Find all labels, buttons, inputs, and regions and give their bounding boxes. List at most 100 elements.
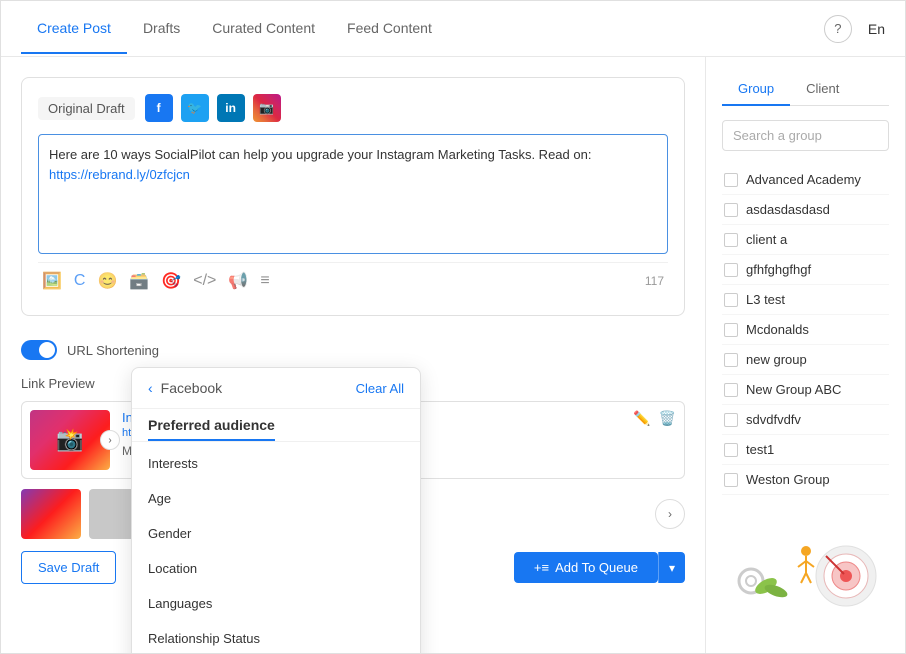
preview-actions: ✏️ 🗑️	[633, 410, 676, 427]
group-checkbox-gfhfghgfhgf[interactable]	[724, 263, 738, 277]
dropdown-items: Interests Age Gender Location Languages …	[132, 442, 420, 653]
group-checkbox-client-a[interactable]	[724, 233, 738, 247]
editor-toolbar: 🖼️ C 😊 🗃️ 🎯 </> 📢 ≡ 117	[38, 262, 668, 299]
tab-group[interactable]: Group	[722, 73, 790, 106]
group-name-test1: test1	[746, 442, 774, 457]
help-button[interactable]: ?	[824, 15, 852, 43]
image-icon[interactable]: 🗃️	[129, 271, 149, 291]
top-nav: Create Post Drafts Curated Content Feed …	[1, 1, 905, 57]
group-name-sdvdfvdfv: sdvdfvdfv	[746, 412, 801, 427]
group-name-advanced-academy: Advanced Academy	[746, 172, 861, 187]
group-checkbox-advanced-academy[interactable]	[724, 173, 738, 187]
group-checkbox-new-group[interactable]	[724, 353, 738, 367]
queue-dropdown-button[interactable]: ▾	[658, 552, 685, 583]
tab-feed-content[interactable]: Feed Content	[331, 4, 448, 54]
delete-icon[interactable]: 🗑️	[659, 410, 676, 427]
target-icon[interactable]: 🎯	[161, 271, 181, 291]
illustration	[722, 511, 889, 614]
preferred-audience-label: Preferred audience	[148, 409, 275, 441]
group-name-mcdonalds: Mcdonalds	[746, 322, 809, 337]
dropdown-item-languages[interactable]: Languages	[132, 586, 420, 621]
group-item-gfhfghgfhgf: gfhfghgfhgf	[722, 255, 889, 285]
facebook-icon[interactable]: f	[145, 94, 173, 122]
url-shortening-label: URL Shortening	[67, 343, 159, 358]
editor-link: https://rebrand.ly/0zfcjcn	[49, 167, 190, 182]
tab-drafts[interactable]: Drafts	[127, 4, 196, 54]
dropdown-item-gender[interactable]: Gender	[132, 516, 420, 551]
dropdown-back-label: Facebook	[161, 380, 222, 396]
tab-curated-content[interactable]: Curated Content	[196, 4, 331, 54]
text-editor[interactable]: Here are 10 ways SocialPilot can help yo…	[38, 134, 668, 254]
group-client-tabs: Group Client	[722, 73, 889, 106]
toggle-knob	[39, 342, 55, 358]
twitter-icon[interactable]: 🐦	[181, 94, 209, 122]
nav-tabs: Create Post Drafts Curated Content Feed …	[21, 4, 448, 53]
left-panel: Original Draft f 🐦 in 📷 Here are 10 ways…	[1, 57, 705, 653]
dropdown-item-age[interactable]: Age	[132, 481, 420, 516]
tab-create-post[interactable]: Create Post	[21, 4, 127, 54]
group-name-asdasdasdasd: asdasdasdasd	[746, 202, 830, 217]
search-group-input[interactable]	[733, 128, 905, 143]
group-checkbox-l3-test[interactable]	[724, 293, 738, 307]
group-item-l3-test: L3 test	[722, 285, 889, 315]
gallery-icon[interactable]: 🖼️	[42, 271, 62, 291]
editor-text: Here are 10 ways SocialPilot can help yo…	[49, 147, 591, 162]
group-checkbox-asdasdasdasd[interactable]	[724, 203, 738, 217]
group-checkbox-test1[interactable]	[724, 443, 738, 457]
group-item-weston-group: Weston Group	[722, 465, 889, 495]
group-checkbox-weston-group[interactable]	[724, 473, 738, 487]
group-item-test1: test1	[722, 435, 889, 465]
group-name-l3-test: L3 test	[746, 292, 785, 307]
group-checkbox-mcdonalds[interactable]	[724, 323, 738, 337]
linkedin-icon[interactable]: in	[217, 94, 245, 122]
editor-card: Original Draft f 🐦 in 📷 Here are 10 ways…	[21, 77, 685, 316]
add-queue-icon: +≡	[534, 560, 549, 575]
url-shortening-toggle[interactable]	[21, 340, 57, 360]
add-to-queue-button[interactable]: +≡ Add To Queue	[514, 552, 658, 583]
char-count: 117	[645, 274, 664, 288]
group-item-new-group-abc: New Group ABC	[722, 375, 889, 405]
group-name-gfhfghgfhgf: gfhfghgfhgf	[746, 262, 811, 277]
back-arrow-icon[interactable]: ‹	[148, 380, 153, 396]
layout-icon[interactable]: ≡	[260, 272, 269, 290]
edit-icon[interactable]: ✏️	[633, 410, 650, 427]
group-name-weston-group: Weston Group	[746, 472, 830, 487]
tab-client[interactable]: Client	[790, 73, 855, 106]
right-panel: Group Client 🔍 Advanced Academy asdasdas…	[705, 57, 905, 653]
group-name-new-group-abc: New Group ABC	[746, 382, 841, 397]
dropdown-item-relationship[interactable]: Relationship Status	[132, 621, 420, 653]
group-item-client-a: client a	[722, 225, 889, 255]
group-name-client-a: client a	[746, 232, 787, 247]
group-item-asdasdasdasd: asdasdasdasd	[722, 195, 889, 225]
original-draft-label: Original Draft	[38, 97, 135, 120]
dropdown-header: ‹ Facebook Clear All	[132, 368, 420, 409]
group-item-advanced-academy: Advanced Academy	[722, 165, 889, 195]
code-icon[interactable]: </>	[193, 272, 216, 290]
nav-right: ? En	[824, 15, 885, 43]
emoji-icon[interactable]: 😊	[97, 271, 117, 291]
arrow-icon[interactable]: ›	[100, 430, 120, 450]
clear-all-button[interactable]: Clear All	[356, 381, 404, 396]
group-list: Advanced Academy asdasdasdasd client a g…	[722, 165, 889, 495]
group-checkbox-new-group-abc[interactable]	[724, 383, 738, 397]
group-checkbox-sdvdfvdfv[interactable]	[724, 413, 738, 427]
preferred-audience-dropdown: ‹ Facebook Clear All Preferred audience …	[131, 367, 421, 653]
preview-thumbnail: 📸 ›	[30, 410, 110, 470]
megaphone-icon[interactable]: 📢	[228, 271, 248, 291]
instagram-icon[interactable]: 📷	[253, 94, 281, 122]
content-icon[interactable]: C	[74, 272, 86, 290]
group-item-new-group: new group	[722, 345, 889, 375]
next-thumbnail-button[interactable]: ›	[655, 499, 685, 529]
group-name-new-group: new group	[746, 352, 807, 367]
platform-icons: f 🐦 in 📷	[145, 94, 281, 122]
group-item-sdvdfvdfv: sdvdfvdfv	[722, 405, 889, 435]
save-draft-button[interactable]: Save Draft	[21, 551, 116, 584]
dropdown-item-interests[interactable]: Interests	[132, 446, 420, 481]
group-item-mcdonalds: Mcdonalds	[722, 315, 889, 345]
language-button[interactable]: En	[868, 21, 885, 37]
thumbnail-1	[21, 489, 81, 539]
dropdown-item-location[interactable]: Location	[132, 551, 420, 586]
main-content: Original Draft f 🐦 in 📷 Here are 10 ways…	[1, 57, 905, 653]
editor-header: Original Draft f 🐦 in 📷	[38, 94, 668, 122]
search-group-container: 🔍	[722, 120, 889, 151]
